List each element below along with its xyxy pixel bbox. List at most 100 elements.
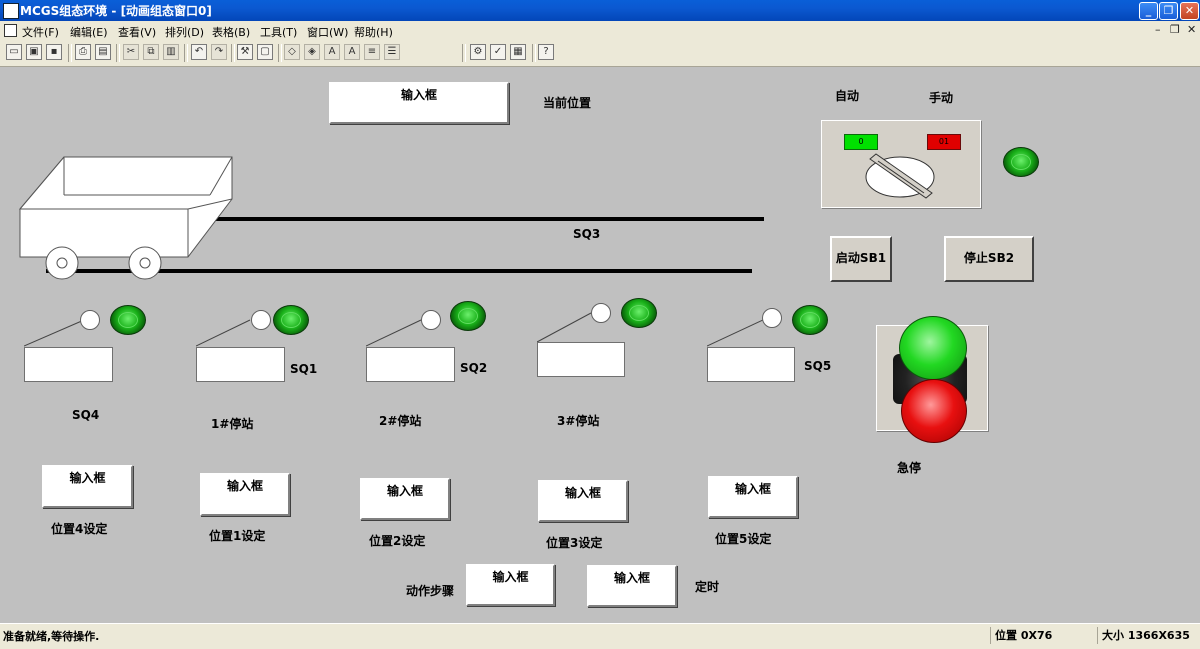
action-step-label: 动作步骤 <box>406 584 455 598</box>
copy-icon[interactable]: ⧉ <box>143 44 159 60</box>
print-preview-icon[interactable]: ▤ <box>95 44 111 60</box>
station-box-5[interactable] <box>707 347 795 382</box>
status-position: 位置 0X76 <box>990 627 1095 644</box>
action-step-input[interactable]: 输入框 <box>466 564 555 606</box>
start-sb1-button[interactable]: 启动SB1 <box>830 236 892 282</box>
station-lamp-3 <box>450 301 486 331</box>
station-name-label-3: 2#停站 <box>379 414 422 428</box>
check-icon[interactable]: ✓ <box>490 44 506 60</box>
station-setpoint-input-2[interactable]: 输入框 <box>200 473 290 516</box>
mode-indicator-lamp <box>1003 147 1039 177</box>
stop-sb2-button[interactable]: 停止SB2 <box>944 236 1034 282</box>
station-box-4[interactable] <box>537 342 625 377</box>
align-icon-4[interactable]: ≡ <box>364 44 380 60</box>
close-button[interactable]: ✕ <box>1180 2 1199 20</box>
document-icon <box>4 24 17 37</box>
emergency-stop-button[interactable] <box>901 379 967 443</box>
station-lamp-1 <box>110 305 146 335</box>
menu-table[interactable]: 表格(B) <box>212 24 250 40</box>
print-icon[interactable]: ⎙ <box>75 44 91 60</box>
menu-file[interactable]: 文件(F) <box>22 24 59 40</box>
emergency-stop-panel <box>876 316 988 443</box>
manual-label: 手动 <box>929 91 954 105</box>
align-icon-1[interactable]: ◇ <box>284 44 300 60</box>
timer-input[interactable]: 输入框 <box>587 565 677 607</box>
restore-button[interactable]: ❐ <box>1159 2 1178 20</box>
minimize-button[interactable]: _ <box>1139 2 1158 20</box>
station-name-label-4: 3#停站 <box>557 414 600 428</box>
status-size: 大小 1366X635 <box>1097 627 1198 644</box>
limit-switch-roller-2 <box>251 310 271 330</box>
limit-switch-roller-1 <box>80 310 100 330</box>
station-lamp-2 <box>273 305 309 335</box>
paste-icon[interactable]: ▥ <box>163 44 179 60</box>
station-setpoint-input-1[interactable]: 输入框 <box>42 465 133 508</box>
menu-edit[interactable]: 编辑(E) <box>70 24 108 40</box>
limit-switch-roller-3 <box>421 310 441 330</box>
timer-label: 定时 <box>695 580 720 594</box>
station-setpoint-input-5[interactable]: 输入框 <box>708 476 798 518</box>
station-lamp-4 <box>621 298 657 328</box>
menu-view[interactable]: 查看(V) <box>118 24 156 40</box>
rotary-knob-icon <box>865 153 935 199</box>
menu-tools[interactable]: 工具(T) <box>260 24 297 40</box>
app-icon <box>3 3 19 19</box>
menu-window[interactable]: 窗口(W) <box>307 24 348 40</box>
station-name-label-2: 1#停站 <box>211 417 254 431</box>
design-canvas: 输入框 当前位置 SQ3 自动 手动 0 01 启动SB1 停止SB2 急停 S… <box>0 67 1200 623</box>
menu-arrange[interactable]: 排列(D) <box>165 24 204 40</box>
mdi-minimize-icon[interactable]: – <box>1155 23 1161 36</box>
station-setpoint-input-4[interactable]: 输入框 <box>538 480 628 522</box>
current-position-label: 当前位置 <box>543 96 592 110</box>
rail-sensor-label: SQ3 <box>573 227 601 241</box>
station-setting-label-3: 位置2设定 <box>369 534 426 548</box>
station-setting-label-2: 位置1设定 <box>209 529 266 543</box>
station-sensor-label-1: SQ4 <box>72 408 100 422</box>
align-icon-5[interactable]: ☰ <box>384 44 400 60</box>
station-box-3[interactable] <box>366 347 455 382</box>
menu-bar: 文件(F) 编辑(E) 查看(V) 排列(D) 表格(B) 工具(T) 窗口(W… <box>0 21 1200 41</box>
auto-indicator: 0 <box>844 134 878 150</box>
emergency-stop-label: 急停 <box>897 461 922 475</box>
status-bar: 准备就绪,等待操作. 位置 0X76 大小 1366X635 <box>0 623 1200 649</box>
station-setting-label-4: 位置3设定 <box>546 536 603 550</box>
new-window-icon[interactable]: ▭ <box>6 44 22 60</box>
station-sensor-label-2: SQ1 <box>290 362 318 376</box>
current-position-input[interactable]: 输入框 <box>329 82 509 124</box>
open-icon[interactable]: ▣ <box>26 44 42 60</box>
manual-indicator: 01 <box>927 134 961 150</box>
station-setting-label-5: 位置5设定 <box>715 532 772 546</box>
frame-icon[interactable]: ▢ <box>257 44 273 60</box>
font-icon[interactable]: A <box>324 44 340 60</box>
station-sensor-label-5: SQ5 <box>804 359 832 373</box>
menu-help[interactable]: 帮助(H) <box>354 24 393 40</box>
station-sensor-label-3: SQ2 <box>460 361 488 375</box>
align-icon-3[interactable]: A <box>344 44 360 60</box>
redo-icon[interactable]: ↷ <box>211 44 227 60</box>
undo-icon[interactable]: ↶ <box>191 44 207 60</box>
cart-icon <box>18 156 233 280</box>
title-bar: MCGS组态环境 - [动画组态窗口0] _ ❐ ✕ <box>0 0 1200 21</box>
save-icon[interactable]: ▪ <box>46 44 62 60</box>
mode-selector-switch[interactable]: 0 01 <box>821 120 981 208</box>
properties-icon[interactable]: ⚙ <box>470 44 486 60</box>
auto-label: 自动 <box>835 89 860 103</box>
cart-and-rails <box>18 156 764 280</box>
data-icon[interactable]: ▦ <box>510 44 526 60</box>
help-icon[interactable]: ? <box>538 44 554 60</box>
station-setpoint-input-3[interactable]: 输入框 <box>360 478 450 520</box>
limit-switch-roller-4 <box>591 303 611 323</box>
limit-switch-roller-5 <box>762 308 782 328</box>
mdi-close-icon[interactable]: ✕ <box>1187 23 1196 36</box>
station-setting-label-1: 位置4设定 <box>51 522 108 536</box>
start-green-button[interactable] <box>899 316 967 380</box>
mdi-restore-icon[interactable]: ❐ <box>1170 23 1180 36</box>
tools-icon[interactable]: ⚒ <box>237 44 253 60</box>
align-icon-2[interactable]: ◈ <box>304 44 320 60</box>
status-message: 准备就绪,等待操作. <box>3 630 100 643</box>
toolbar: ▭ ▣ ▪ ⎙ ▤ ✂ ⧉ ▥ ↶ ↷ ⚒ ▢ ◇ ◈ A A ≡ ☰ ⚙ ✓ … <box>0 40 1200 67</box>
station-box-2[interactable] <box>196 347 285 382</box>
window-title: MCGS组态环境 - [动画组态窗口0] <box>20 4 212 18</box>
cut-icon[interactable]: ✂ <box>123 44 139 60</box>
station-box-1[interactable] <box>24 347 113 382</box>
